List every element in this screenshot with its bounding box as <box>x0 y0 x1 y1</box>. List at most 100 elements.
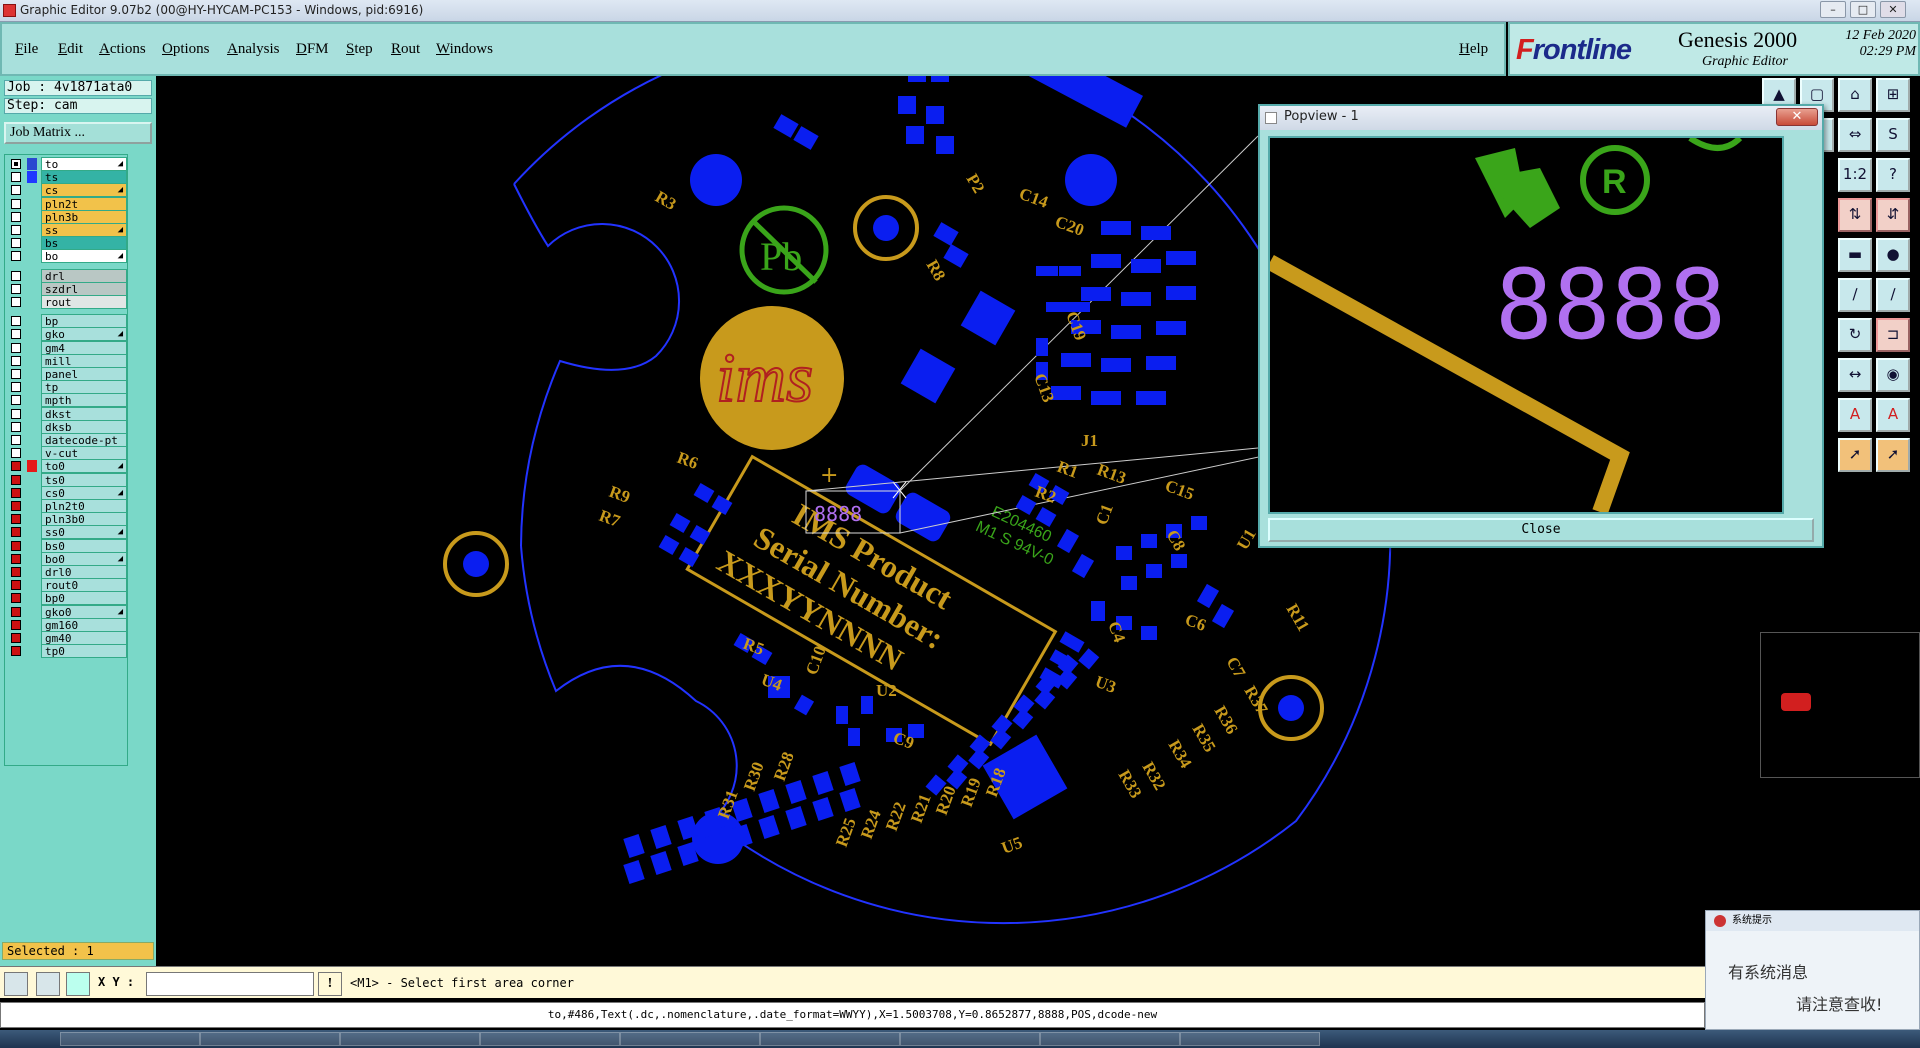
layer-name[interactable]: gko ◢ <box>41 327 127 342</box>
popview-close-x-button[interactable]: ✕ <box>1776 108 1818 126</box>
window-close-button[interactable]: ✕ <box>1880 1 1906 18</box>
layer-name[interactable]: ss ◢ <box>41 223 127 237</box>
taskbar-item[interactable] <box>620 1032 760 1046</box>
layer-checkbox[interactable] <box>11 633 21 643</box>
tool-s-icon[interactable]: S <box>1876 118 1910 152</box>
tool-line-icon[interactable]: ∕ <box>1838 278 1872 312</box>
layer-row-tp[interactable]: tp <box>7 380 127 395</box>
layer-checkbox[interactable] <box>11 408 21 419</box>
layer-name[interactable]: to ◢ <box>41 157 127 171</box>
menu-dfm[interactable]: DFM <box>296 41 329 58</box>
layer-row-tp0[interactable]: tp0 <box>7 644 127 659</box>
layer-checkbox[interactable] <box>11 646 21 657</box>
layer-name[interactable]: cs ◢ <box>41 183 127 198</box>
layer-name[interactable]: tp0 <box>41 644 127 659</box>
layer-checkbox[interactable] <box>11 421 21 432</box>
layer-row-pln3b0[interactable]: pln3b0 <box>7 512 127 527</box>
xy-input[interactable] <box>146 972 314 996</box>
layer-row-dkst[interactable]: dkst <box>7 406 127 421</box>
menu-options[interactable]: Options <box>162 41 210 58</box>
layer-checkbox[interactable] <box>11 329 21 340</box>
layer-row-gm4[interactable]: gm4 <box>7 340 127 355</box>
taskbar-item[interactable] <box>480 1032 620 1046</box>
job-matrix-button[interactable]: Job Matrix ... <box>4 122 152 144</box>
layer-checkbox[interactable] <box>11 185 21 196</box>
layer-name[interactable]: bo ◢ <box>41 249 127 264</box>
layer-checkbox[interactable] <box>11 435 21 445</box>
popview-close-button[interactable]: Close <box>1268 518 1814 542</box>
layer-name[interactable]: gko0 ◢ <box>41 604 127 619</box>
layer-row-gko0[interactable]: gko0 ◢ <box>7 604 127 619</box>
layer-row-cs[interactable]: cs ◢ <box>7 183 127 198</box>
layer-name[interactable]: dksb <box>41 419 127 434</box>
tool-scale-icon[interactable]: 1:2 <box>1838 158 1872 192</box>
grid-mode-icon[interactable] <box>66 972 90 996</box>
layer-checkbox[interactable] <box>11 251 21 262</box>
tool-ruler-icon[interactable]: ▬ <box>1838 238 1872 272</box>
layer-row-drl[interactable]: drl <box>7 268 127 283</box>
layer-checkbox[interactable] <box>11 474 21 485</box>
tool-mirror-icon[interactable]: ⊐ <box>1876 318 1910 352</box>
layer-checkbox[interactable] <box>11 382 21 393</box>
layer-row-dksb[interactable]: dksb <box>7 419 127 434</box>
tool-line2-icon[interactable]: ∕ <box>1876 278 1910 312</box>
layer-name[interactable]: mpth <box>41 393 127 408</box>
angle-mode-icon[interactable] <box>36 972 60 996</box>
layer-row-rout0[interactable]: rout0 <box>7 578 127 593</box>
layer-checkbox[interactable] <box>11 540 21 551</box>
layer-checkbox[interactable] <box>11 567 21 577</box>
layer-checkbox[interactable] <box>11 395 21 406</box>
minimize-button[interactable]: – <box>1820 1 1846 18</box>
layer-row-bs0[interactable]: bs0 <box>7 538 127 553</box>
tool-text-a-icon[interactable]: A <box>1838 398 1872 432</box>
layer-name[interactable]: rout0 <box>41 578 127 593</box>
layer-row-pln3b[interactable]: pln3b <box>7 209 127 224</box>
menu-rout[interactable]: Rout <box>391 41 420 58</box>
layer-name[interactable]: v-cut <box>41 446 127 461</box>
maximize-button[interactable]: □ <box>1850 1 1876 18</box>
layer-checkbox[interactable] <box>11 172 21 183</box>
layer-checkbox[interactable] <box>11 211 21 222</box>
layer-row-ss[interactable]: ss ◢ <box>7 223 127 237</box>
layer-row-bp[interactable]: bp <box>7 314 127 329</box>
layer-row-drl0[interactable]: drl0 <box>7 565 127 579</box>
menu-windows[interactable]: Windows <box>436 41 493 58</box>
tool-help-icon[interactable]: ? <box>1876 158 1910 192</box>
layer-row-ss0[interactable]: ss0 ◢ <box>7 525 127 540</box>
layer-name[interactable]: rout <box>41 295 127 309</box>
menu-actions[interactable]: Actions <box>99 41 146 58</box>
layer-row-ts[interactable]: ts <box>7 170 127 185</box>
layer-row-rout[interactable]: rout <box>7 295 127 309</box>
layer-checkbox[interactable] <box>11 238 21 249</box>
layer-name[interactable]: datecode-pt <box>41 433 127 447</box>
layer-row-cs0[interactable]: cs0 ◢ <box>7 485 127 500</box>
menu-analysis[interactable]: Analysis <box>227 41 280 58</box>
layer-checkbox[interactable] <box>11 553 21 564</box>
layer-name[interactable]: pln2t <box>41 196 127 211</box>
layer-name[interactable]: drl0 <box>41 565 127 579</box>
layer-row-bo[interactable]: bo ◢ <box>7 249 127 264</box>
snap-mode-icon[interactable] <box>4 972 28 996</box>
tool-pointer2-icon[interactable]: ➚ <box>1876 438 1910 472</box>
layer-row-pln2t[interactable]: pln2t <box>7 196 127 211</box>
menu-help[interactable]: Help <box>1459 41 1488 58</box>
layer-row-to[interactable]: to ◢ <box>7 157 127 171</box>
layer-name[interactable]: bp0 <box>41 591 127 606</box>
layer-checkbox[interactable] <box>11 501 21 511</box>
tool-text-a2-icon[interactable]: A <box>1876 398 1910 432</box>
layer-row-gko[interactable]: gko ◢ <box>7 327 127 342</box>
layer-checkbox[interactable] <box>11 527 21 538</box>
layer-checkbox[interactable] <box>11 461 21 472</box>
tool-pan-icon[interactable]: ⇔ <box>1838 118 1872 152</box>
taskbar-item[interactable] <box>1180 1032 1320 1046</box>
layer-checkbox[interactable] <box>11 225 21 235</box>
tool-distance-icon[interactable]: ↔ <box>1838 358 1872 392</box>
layer-row-bp0[interactable]: bp0 <box>7 591 127 606</box>
taskbar-item[interactable] <box>900 1032 1040 1046</box>
layer-name[interactable]: dkst <box>41 406 127 421</box>
layer-checkbox[interactable] <box>11 580 21 591</box>
system-notification[interactable]: 系统提示 有系统消息 请注意查收! <box>1705 910 1920 1030</box>
tool-measure2-icon[interactable]: ⇵ <box>1876 198 1910 232</box>
tool-snap-icon[interactable]: ● <box>1876 238 1910 272</box>
popview-canvas[interactable]: R 8888 <box>1266 135 1784 515</box>
